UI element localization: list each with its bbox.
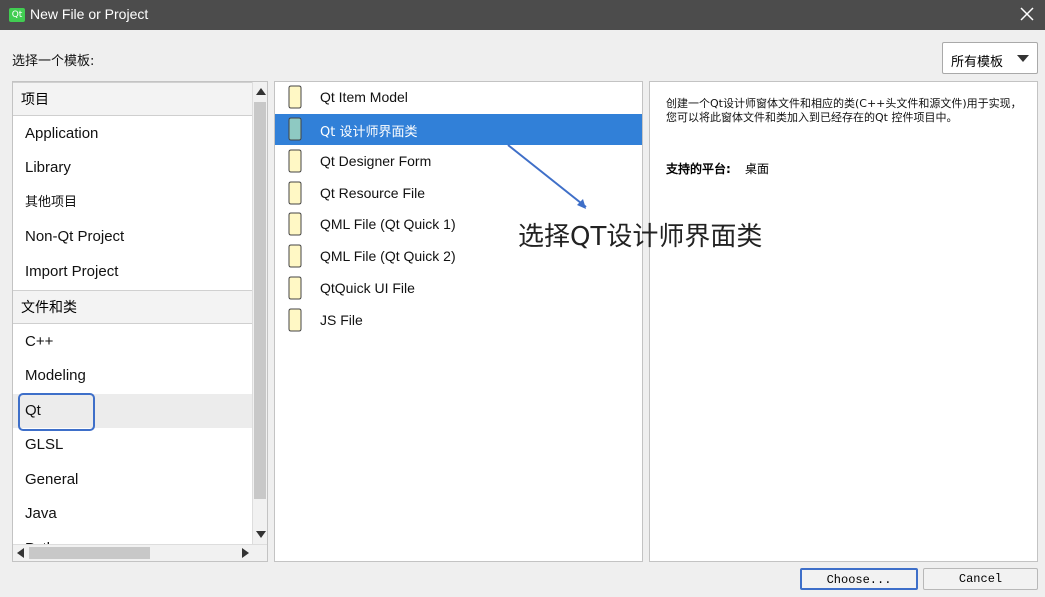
template-label: Qt Item Model <box>320 89 408 105</box>
new-file-or-project-dialog: Qt New File or Project 选择一个模板: 所有模板 项目 A… <box>0 0 1045 597</box>
category-item-cpp[interactable]: C++ <box>13 325 253 359</box>
supported-platforms-value: 桌面 <box>745 162 770 176</box>
template-label: QtQuick UI File <box>320 280 415 296</box>
scroll-left-icon[interactable] <box>17 548 24 558</box>
template-list: Qt Item Model Qt 设计师界面类 Qt Designer Form… <box>274 81 643 562</box>
template-filter-dropdown[interactable]: 所有模板 <box>942 42 1038 74</box>
category-item-import-project[interactable]: Import Project <box>13 255 253 289</box>
file-icon <box>288 276 302 300</box>
window-title: New File or Project <box>30 6 149 22</box>
scroll-thumb[interactable] <box>254 102 266 499</box>
close-icon <box>1020 7 1034 21</box>
scroll-right-icon[interactable] <box>242 548 249 558</box>
template-label: QML File (Qt Quick 2) <box>320 248 456 264</box>
template-label: Qt Designer Form <box>320 153 432 169</box>
file-icon <box>288 85 302 109</box>
template-label: QML File (Qt Quick 1) <box>320 216 456 232</box>
supported-platforms-label: 支持的平台: <box>666 162 731 176</box>
template-description: 创建一个Qt设计师窗体文件和相应的类(C++头文件和源文件)用于实现，您可以将此… <box>666 97 1022 124</box>
category-item-library[interactable]: Library <box>13 151 253 185</box>
template-item[interactable]: Qt Resource File <box>275 178 642 209</box>
template-description-panel: 创建一个Qt设计师窗体文件和相应的类(C++头文件和源文件)用于实现，您可以将此… <box>649 81 1038 562</box>
template-item[interactable]: Qt Item Model <box>275 82 642 113</box>
file-icon <box>288 181 302 205</box>
category-horizontal-scrollbar[interactable] <box>13 544 267 561</box>
template-label: JS File <box>320 312 363 328</box>
category-vertical-scrollbar[interactable] <box>252 82 267 544</box>
template-filter-value: 所有模板 <box>951 55 1004 70</box>
file-icon <box>288 244 302 268</box>
qt-category-highlight <box>18 393 95 431</box>
designer-file-icon <box>288 117 302 141</box>
annotation-text: 选择QT设计师界面类 <box>518 222 763 252</box>
template-item[interactable]: QtQuick UI File <box>275 273 642 304</box>
template-label: Qt Resource File <box>320 185 426 201</box>
file-icon <box>288 212 302 236</box>
scroll-down-icon[interactable] <box>256 531 266 538</box>
category-item-modeling[interactable]: Modeling <box>13 359 253 393</box>
file-icon <box>288 149 302 173</box>
template-item-selected[interactable]: Qt 设计师界面类 <box>275 114 642 145</box>
close-button[interactable] <box>1015 2 1039 26</box>
template-item[interactable]: Qt Designer Form <box>275 146 642 177</box>
horizontal-scroll-thumb[interactable] <box>29 547 150 559</box>
cancel-button[interactable]: Cancel <box>923 568 1038 590</box>
choose-button[interactable]: Choose... <box>800 568 918 590</box>
scroll-up-icon[interactable] <box>256 88 266 95</box>
qt-creator-icon: Qt <box>9 8 25 22</box>
category-item-glsl[interactable]: GLSL <box>13 428 253 462</box>
chevron-down-icon <box>1017 55 1029 62</box>
category-item-application[interactable]: Application <box>13 117 253 151</box>
category-group-header-files-classes: 文件和类 <box>13 290 253 324</box>
category-item-non-qt-project[interactable]: Non-Qt Project <box>13 220 253 254</box>
template-label: Qt 设计师界面类 <box>320 125 418 140</box>
choose-template-label: 选择一个模板: <box>12 54 95 69</box>
template-item[interactable]: JS File <box>275 305 642 336</box>
title-bar: Qt New File or Project <box>0 0 1045 30</box>
category-group-header-projects: 项目 <box>13 82 253 116</box>
category-list: 项目 Application Library 其他项目 Non-Qt Proje… <box>12 81 268 562</box>
category-item-java[interactable]: Java <box>13 497 253 531</box>
file-icon <box>288 308 302 332</box>
category-item-general[interactable]: General <box>13 463 253 497</box>
category-item-other-projects[interactable]: 其他项目 <box>13 186 253 220</box>
